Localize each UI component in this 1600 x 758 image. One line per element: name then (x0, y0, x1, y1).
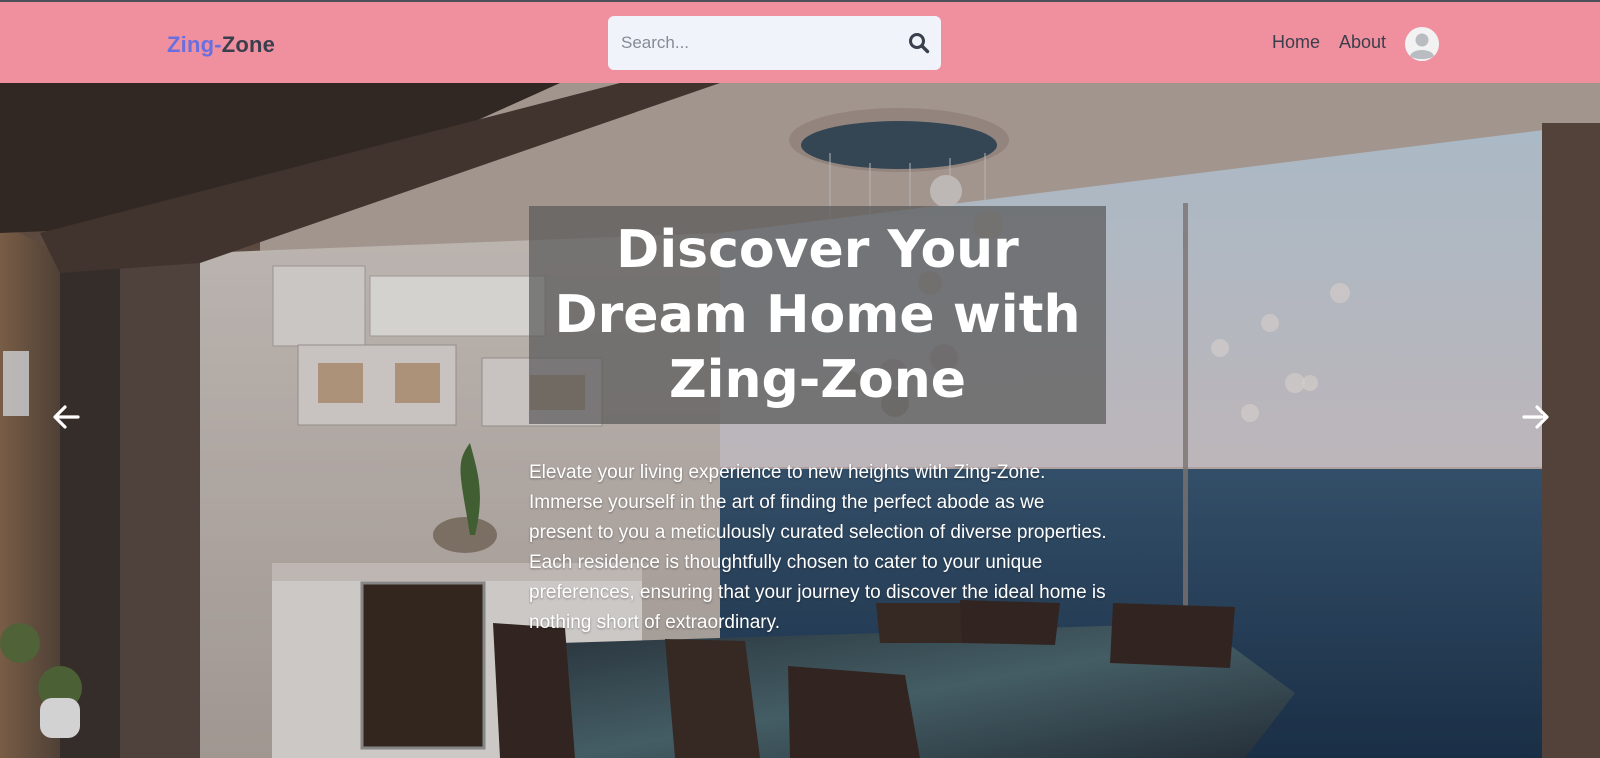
brand-logo-part2: Zone (221, 32, 276, 57)
nav-link-home[interactable]: Home (1272, 32, 1320, 53)
brand-logo-part1: Zing- (167, 32, 222, 57)
arrow-left-icon[interactable] (49, 400, 83, 434)
hero-title: Discover Your Dream Home with Zing-Zone (554, 219, 1081, 410)
search-input[interactable] (608, 16, 898, 70)
navbar: Zing-Zone Home About (0, 2, 1600, 83)
hero-title-box: Discover Your Dream Home with Zing-Zone (529, 206, 1106, 424)
arrow-right-icon[interactable] (1519, 400, 1553, 434)
hero-carousel: Discover Your Dream Home with Zing-Zone … (0, 83, 1600, 758)
user-avatar-icon[interactable] (1405, 27, 1439, 61)
nav-link-about[interactable]: About (1339, 32, 1386, 53)
search-icon[interactable] (908, 32, 930, 54)
brand-logo[interactable]: Zing-Zone (167, 32, 275, 58)
hero-description: Elevate your living experience to new he… (529, 462, 1107, 633)
search-box (608, 16, 941, 70)
